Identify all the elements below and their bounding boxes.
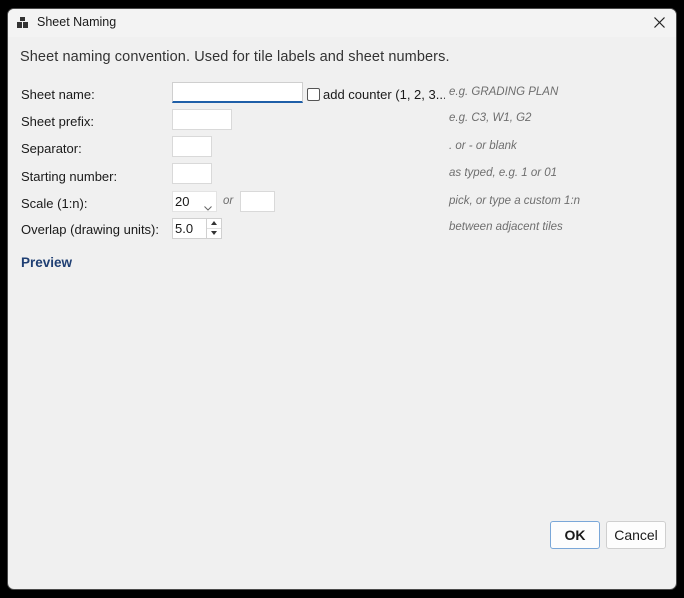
close-button[interactable] <box>642 9 676 37</box>
starting-number-input[interactable] <box>172 163 212 184</box>
close-icon <box>654 17 665 28</box>
scale-hint: pick, or type a custom 1:n <box>449 195 581 207</box>
overlap-label: Overlap (drawing units): <box>21 222 159 237</box>
overlap-spinbox[interactable]: 5.0 <box>172 218 222 239</box>
spin-down-icon <box>211 231 217 235</box>
title-bar[interactable]: Sheet Naming <box>8 9 676 37</box>
counter-checkbox-label[interactable]: add counter (1, 2, 3...) <box>323 87 445 102</box>
separator-hint: . or - or blank <box>449 140 517 152</box>
ok-button[interactable]: OK <box>550 521 600 549</box>
starting-number-hint: as typed, e.g. 1 or 01 <box>449 167 558 179</box>
dialog-window: Sheet Naming Sheet naming convention. Us… <box>7 8 677 590</box>
scale-custom-input[interactable] <box>240 191 275 212</box>
spin-up-button[interactable] <box>207 219 221 229</box>
scale-selected-value: 20 <box>175 194 190 209</box>
overlap-hint: between adjacent tiles <box>449 221 563 233</box>
app-window-icon <box>17 16 29 28</box>
counter-checkbox-box[interactable] <box>307 87 320 101</box>
sheet-prefix-hint: e.g. C3, W1, G2 <box>449 112 532 124</box>
separator-label: Separator: <box>21 141 82 156</box>
separator-input[interactable] <box>172 136 212 157</box>
overlap-spin-buttons <box>206 219 221 238</box>
intro-text: Sheet naming convention. Used for tile l… <box>20 49 450 65</box>
cancel-button[interactable]: Cancel <box>606 521 666 549</box>
sheet-prefix-input[interactable] <box>172 109 232 130</box>
overlap-value[interactable]: 5.0 <box>175 221 193 236</box>
scale-dropdown[interactable]: 20 <box>172 191 217 212</box>
window-title: Sheet Naming <box>37 15 117 29</box>
sheet-name-hint: e.g. GRADING PLAN <box>449 86 559 98</box>
sheet-name-label: Sheet name: <box>21 87 95 102</box>
counter-checkbox[interactable]: add counter (1, 2, 3...) <box>307 86 445 102</box>
scale-or-text: or <box>223 195 234 207</box>
starting-number-label: Starting number: <box>21 169 118 184</box>
preview-link[interactable]: Preview <box>21 255 72 270</box>
spin-up-icon <box>211 221 217 225</box>
sheet-prefix-label: Sheet prefix: <box>21 114 94 129</box>
spin-down-button[interactable] <box>207 229 221 238</box>
scale-label: Scale (1:n): <box>21 196 88 211</box>
sheet-name-input[interactable] <box>172 82 303 103</box>
chevron-down-icon <box>204 199 212 214</box>
